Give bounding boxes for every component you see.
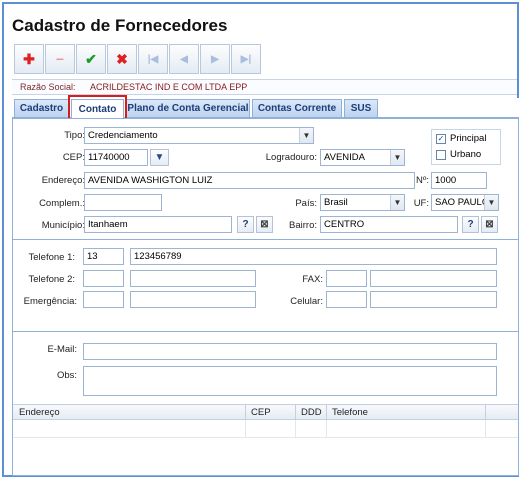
- municipio-clear-icon[interactable]: ⊠: [256, 216, 273, 233]
- telefone1-ddd-input[interactable]: 13: [83, 248, 124, 265]
- grid-col-cep[interactable]: CEP: [251, 407, 271, 418]
- pais-value: Brasil: [324, 197, 348, 208]
- razao-social-value: ACRILDESTAC IND E COM LTDA EPP: [90, 82, 248, 92]
- cep-input[interactable]: 11740000: [84, 149, 148, 166]
- grid-divider: [295, 420, 296, 438]
- emergencia-ddd-input[interactable]: [83, 291, 124, 308]
- grid-divider: [485, 420, 486, 438]
- tab-contas-corrente[interactable]: Contas Corrente: [252, 99, 342, 117]
- municipio-label: Município:: [41, 220, 85, 231]
- grid-divider: [245, 420, 246, 438]
- endereco-input[interactable]: AVENIDA WASHIGTON LUIZ: [84, 172, 415, 189]
- fax-label: FAX:: [302, 274, 323, 285]
- urbano-checkbox[interactable]: [436, 150, 446, 160]
- contato-panel: Tipo: Credenciamento ▼ ✓ Principal Urban…: [12, 118, 519, 476]
- principal-checkbox[interactable]: ✓: [436, 134, 446, 144]
- razao-social-label: Razão Social:: [20, 82, 76, 92]
- chevron-down-icon: ▼: [299, 128, 313, 143]
- grid-divider: [245, 405, 246, 421]
- razao-social-bar: Razão Social: ACRILDESTAC IND E COM LTDA…: [12, 79, 517, 95]
- complemento-input[interactable]: [84, 194, 162, 211]
- last-record-button[interactable]: ▶|: [231, 44, 261, 74]
- next-record-button[interactable]: ▶: [200, 44, 230, 74]
- grid-divider: [295, 405, 296, 421]
- confirm-button[interactable]: ✔: [76, 44, 106, 74]
- table-row[interactable]: [13, 420, 518, 438]
- telefone2-ddd-input[interactable]: [83, 270, 124, 287]
- grid-divider: [326, 420, 327, 438]
- divider: [13, 331, 518, 332]
- tab-highlight-outline: [68, 95, 127, 120]
- grid-col-telefone[interactable]: Telefone: [332, 407, 368, 418]
- bairro-input[interactable]: CENTRO: [320, 216, 458, 233]
- chevron-down-icon: ▼: [484, 195, 498, 210]
- celular-number-input[interactable]: [370, 291, 497, 308]
- toolbar: ✚ − ✔ ✖ |◀ ◀ ▶ ▶|: [14, 44, 262, 74]
- pais-label: País:: [295, 198, 317, 209]
- add-button[interactable]: ✚: [14, 44, 44, 74]
- telefone1-label: Telefone 1:: [28, 252, 75, 263]
- complemento-label: Complem.:: [39, 198, 85, 209]
- endereco-label: Endereço:: [41, 175, 85, 186]
- remove-button[interactable]: −: [45, 44, 75, 74]
- fax-ddd-input[interactable]: [326, 270, 367, 287]
- grid-divider: [326, 405, 327, 421]
- cancel-button[interactable]: ✖: [107, 44, 137, 74]
- municipio-search-icon[interactable]: ?: [237, 216, 254, 233]
- telefone2-number-input[interactable]: [130, 270, 256, 287]
- bairro-label: Bairro:: [289, 220, 317, 231]
- bairro-search-icon[interactable]: ?: [462, 216, 479, 233]
- bairro-clear-icon[interactable]: ⊠: [481, 216, 498, 233]
- grid-divider: [485, 405, 486, 421]
- urbano-label: Urbano: [450, 149, 482, 160]
- tab-sus[interactable]: SUS: [344, 99, 378, 117]
- email-label: E-Mail:: [47, 344, 77, 355]
- municipio-input[interactable]: Itanhaem: [84, 216, 232, 233]
- divider: [13, 239, 518, 240]
- principal-label: Principal: [450, 133, 487, 144]
- previous-record-button[interactable]: ◀: [169, 44, 199, 74]
- telefone1-number-input[interactable]: 123456789: [130, 248, 497, 265]
- tab-plano-de-conta-gerencial[interactable]: Plano de Conta Gerencial: [126, 99, 250, 117]
- telefone2-label: Telefone 2:: [28, 274, 75, 285]
- chevron-down-icon: ▼: [390, 150, 404, 165]
- chevron-down-icon: ▼: [390, 195, 404, 210]
- uf-value: SAO PAULO: [435, 197, 490, 208]
- uf-label: UF:: [413, 198, 429, 209]
- cep-label: CEP:: [62, 152, 85, 163]
- logradouro-value: AVENIDA: [324, 152, 366, 163]
- first-record-button[interactable]: |◀: [138, 44, 168, 74]
- window-frame: Cadastro de Fornecedores ✚ − ✔ ✖ |◀ ◀ ▶ …: [2, 2, 519, 477]
- email-input[interactable]: [83, 343, 497, 360]
- logradouro-label: Logradouro:: [265, 152, 317, 163]
- grid-col-endereco[interactable]: Endereço: [19, 407, 60, 418]
- obs-label: Obs:: [56, 370, 77, 381]
- page-title: Cadastro de Fornecedores: [12, 16, 228, 35]
- tipo-select[interactable]: Credenciamento ▼: [84, 127, 314, 144]
- cep-search-chevron-icon[interactable]: ▼: [150, 149, 169, 166]
- fax-number-input[interactable]: [370, 270, 497, 287]
- tab-cadastro[interactable]: Cadastro: [14, 99, 69, 117]
- obs-textarea[interactable]: [83, 366, 497, 396]
- tipo-value: Credenciamento: [88, 130, 158, 141]
- grid-col-ddd[interactable]: DDD: [301, 407, 322, 418]
- pais-select[interactable]: Brasil ▼: [320, 194, 405, 211]
- numero-label: Nº:: [416, 175, 429, 186]
- uf-select[interactable]: SAO PAULO ▼: [431, 194, 499, 211]
- address-grid-header: Endereço CEP DDD Telefone: [13, 404, 518, 421]
- emergencia-label: Emergência:: [23, 296, 77, 307]
- emergencia-number-input[interactable]: [130, 291, 256, 308]
- logradouro-select[interactable]: AVENIDA ▼: [320, 149, 405, 166]
- tipo-label: Tipo:: [64, 130, 85, 141]
- address-flags: ✓ Principal Urbano: [431, 129, 501, 165]
- celular-label: Celular:: [290, 296, 323, 307]
- numero-input[interactable]: 1000: [431, 172, 487, 189]
- celular-ddd-input[interactable]: [326, 291, 367, 308]
